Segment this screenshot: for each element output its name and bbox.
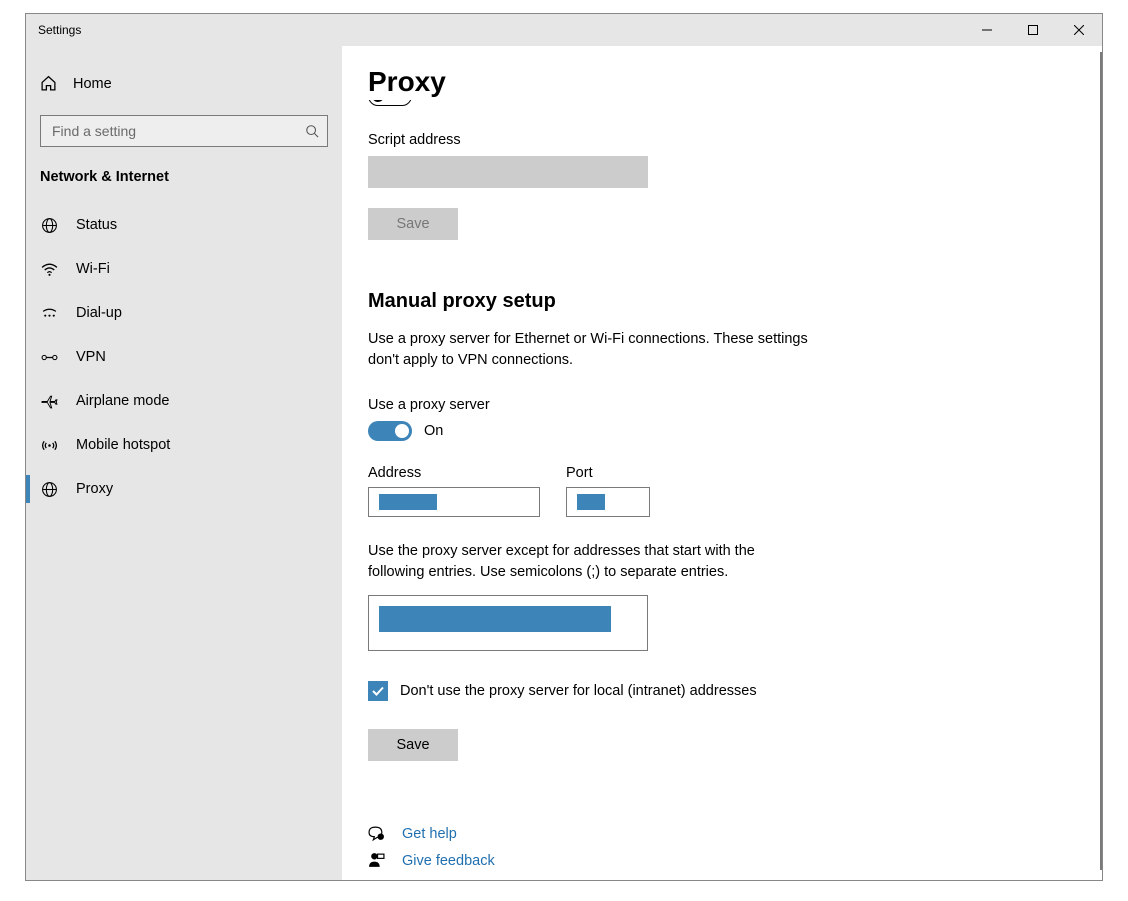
address-value-redacted — [379, 494, 437, 510]
wifi-icon — [40, 261, 58, 278]
sidebar-item-status[interactable]: Status — [26, 203, 342, 247]
home-nav[interactable]: Home — [26, 66, 342, 101]
window-title: Settings — [38, 23, 81, 37]
check-icon — [371, 684, 385, 698]
sidebar-section-header: Network & Internet — [26, 169, 342, 203]
get-help-icon — [368, 825, 386, 842]
get-help-link[interactable]: Get help — [368, 825, 1102, 842]
script-address-label: Script address — [368, 132, 1102, 148]
scrollbar[interactable] — [1100, 52, 1102, 870]
save-script-button[interactable]: Save — [368, 208, 458, 240]
sidebar-item-label: Airplane mode — [76, 393, 170, 409]
sidebar-item-label: Status — [76, 217, 117, 233]
sidebar-item-wifi[interactable]: Wi-Fi — [26, 247, 342, 291]
window-body: Home Find a setting Network & Internet S… — [26, 46, 1102, 880]
dialup-icon — [40, 305, 58, 322]
titlebar: Settings — [26, 14, 1102, 46]
sidebar-item-dialup[interactable]: Dial-up — [26, 291, 342, 335]
home-icon — [40, 75, 57, 92]
port-input[interactable] — [566, 487, 650, 517]
minimize-icon — [982, 25, 992, 35]
sidebar-item-label: Mobile hotspot — [76, 437, 170, 453]
search-input[interactable]: Find a setting — [40, 115, 328, 147]
sidebar-item-hotspot[interactable]: Mobile hotspot — [26, 423, 342, 467]
settings-window: Settings Home Find a setting — [25, 13, 1103, 881]
main-content: Proxy Off Script address Save Manual pro… — [342, 46, 1102, 880]
home-label: Home — [73, 76, 112, 92]
airplane-icon — [40, 393, 58, 410]
window-controls — [964, 14, 1102, 46]
maximize-icon — [1028, 25, 1038, 35]
feedback-icon — [368, 852, 386, 869]
partial-toggle-label: Off — [424, 100, 443, 104]
exceptions-value-redacted — [379, 606, 611, 632]
bypass-local-checkbox[interactable] — [368, 681, 388, 701]
get-help-label: Get help — [402, 826, 457, 842]
close-icon — [1074, 25, 1084, 35]
close-button[interactable] — [1056, 14, 1102, 46]
sidebar: Home Find a setting Network & Internet S… — [26, 46, 342, 880]
give-feedback-label: Give feedback — [402, 853, 495, 869]
sidebar-item-label: Dial-up — [76, 305, 122, 321]
globe-icon — [40, 217, 58, 234]
vpn-icon — [40, 349, 58, 366]
manual-proxy-description: Use a proxy server for Ethernet or Wi-Fi… — [368, 329, 818, 371]
port-value-redacted — [577, 494, 605, 510]
sidebar-item-vpn[interactable]: VPN — [26, 335, 342, 379]
sidebar-item-label: VPN — [76, 349, 106, 365]
search-placeholder: Find a setting — [52, 123, 136, 139]
proxy-icon — [40, 481, 58, 498]
save-proxy-button[interactable]: Save — [368, 729, 458, 761]
port-label: Port — [566, 465, 650, 481]
page-title: Proxy — [368, 66, 1102, 98]
sidebar-item-label: Wi-Fi — [76, 261, 110, 277]
sidebar-item-airplane[interactable]: Airplane mode — [26, 379, 342, 423]
search-icon — [305, 124, 319, 138]
exceptions-input[interactable] — [368, 595, 648, 651]
sidebar-item-label: Proxy — [76, 481, 113, 497]
script-address-input[interactable] — [368, 156, 648, 188]
maximize-button[interactable] — [1010, 14, 1056, 46]
hotspot-icon — [40, 437, 58, 454]
use-proxy-label: Use a proxy server — [368, 397, 1102, 413]
sidebar-item-proxy[interactable]: Proxy — [26, 467, 342, 511]
address-label: Address — [368, 465, 540, 481]
minimize-button[interactable] — [964, 14, 1010, 46]
bypass-local-label: Don't use the proxy server for local (in… — [400, 683, 757, 699]
address-input[interactable] — [368, 487, 540, 517]
manual-proxy-heading: Manual proxy setup — [368, 290, 1102, 313]
use-proxy-state: On — [424, 423, 443, 439]
partial-use-setup-toggle[interactable]: Off — [368, 100, 1102, 110]
exceptions-description: Use the proxy server except for addresse… — [368, 541, 774, 583]
give-feedback-link[interactable]: Give feedback — [368, 852, 1102, 869]
use-proxy-toggle[interactable] — [368, 421, 412, 441]
